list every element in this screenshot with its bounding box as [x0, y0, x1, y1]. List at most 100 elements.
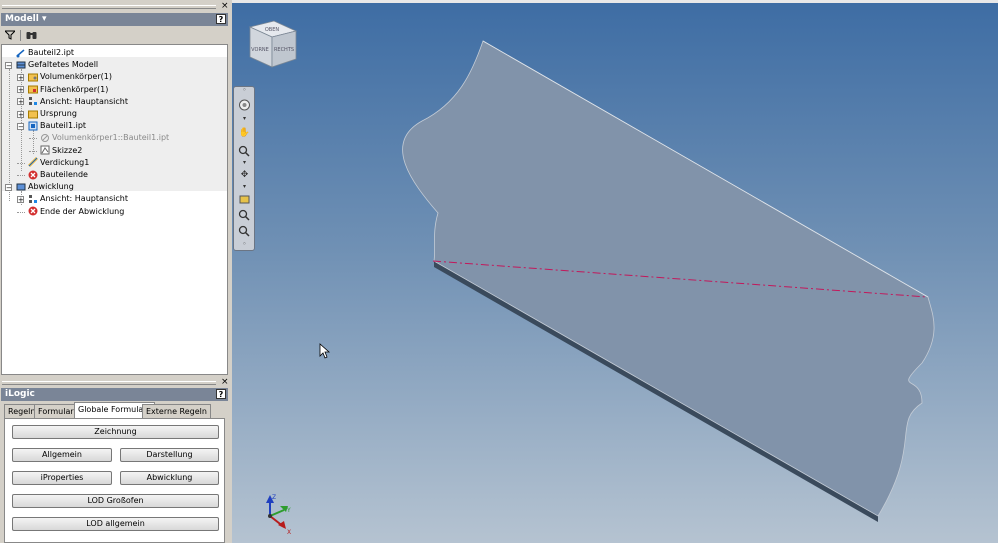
- svg-text:X: X: [287, 529, 291, 536]
- zoom-all-icon[interactable]: [238, 209, 251, 221]
- tree-item[interactable]: Abwicklung: [16, 181, 74, 193]
- tree-item-label: Volumenkörper1::Bauteil1.ipt: [52, 133, 170, 143]
- part-file-icon: [16, 48, 26, 58]
- tree-line: [17, 211, 25, 213]
- svg-text:Y: Y: [286, 507, 291, 514]
- tree-item[interactable]: Gefaltetes Modell: [16, 59, 98, 71]
- end-of-flat-icon: [28, 206, 38, 216]
- tree-item[interactable]: Bauteil1.ipt: [28, 120, 86, 132]
- ilogic-panel: Regeln Formulare Globale Formulare Exter…: [1, 402, 228, 543]
- tree-item-label: Bauteil1.ipt: [40, 121, 87, 131]
- collapse-icon[interactable]: −: [5, 183, 12, 191]
- filter-icon[interactable]: [5, 30, 15, 40]
- dropdown-arrow-icon[interactable]: ▾: [238, 113, 251, 125]
- tree-item-label: Verdickung1: [40, 157, 90, 167]
- tree-item-label: Volumenkörper(1): [40, 72, 112, 82]
- ilogic-panel-grip[interactable]: [2, 381, 216, 385]
- graphics-window[interactable]: OBEN VORNE RECHTS Z Y X: [232, 3, 998, 543]
- view-rep-icon: [28, 194, 38, 204]
- tree-item-label: Abwicklung: [28, 182, 74, 192]
- tree-item-label: Ansicht: Hauptansicht: [40, 194, 128, 204]
- tree-item[interactable]: Verdickung1: [27, 157, 90, 169]
- global-forms-panel: Zeichnung Allgemein Darstellung iPropert…: [4, 418, 225, 543]
- model-help-icon[interactable]: ?: [216, 14, 226, 24]
- tree-item[interactable]: Volumenkörper1::Bauteil1.ipt: [40, 132, 169, 144]
- tab-externe-regeln[interactable]: Externe Regeln: [142, 404, 211, 418]
- derived-part-icon: [28, 121, 38, 131]
- orbit-icon[interactable]: ✥: [238, 169, 251, 181]
- model-panel-header[interactable]: Modell ▾ ?: [1, 13, 228, 26]
- tree-item[interactable]: Volumenkörper(1): [28, 71, 112, 83]
- toolbar-divider: [20, 30, 21, 41]
- surface-bodies-folder-icon: [28, 84, 38, 94]
- view-face-icon[interactable]: [238, 193, 251, 205]
- expand-icon[interactable]: +: [17, 86, 24, 94]
- tree-line: [29, 138, 37, 140]
- tree-item[interactable]: Ursprung: [28, 108, 77, 120]
- browser-area: × Modell ▾ ? Bauteil2.ipt − Gefaltetes Mod…: [0, 0, 230, 543]
- abwicklung-button[interactable]: Abwicklung: [120, 471, 219, 485]
- tree-item[interactable]: Skizze2: [40, 145, 82, 157]
- tree-item[interactable]: Bauteil2.ipt: [16, 47, 74, 59]
- tree-item-label: Ende der Abwicklung: [40, 206, 125, 216]
- tree-item-label: Bauteil2.ipt: [28, 48, 75, 57]
- navigation-bar: ◦ ▾ ✋ ▾ ✥ ▾ ◦: [233, 86, 255, 251]
- expand-icon[interactable]: +: [17, 110, 24, 118]
- allgemein-button[interactable]: Allgemein: [12, 448, 112, 462]
- tree-item[interactable]: Ende der Abwicklung: [28, 206, 124, 218]
- navbar-customize-icon[interactable]: ◦: [238, 241, 251, 253]
- tree-line: [21, 69, 22, 171]
- steering-wheel-icon[interactable]: [238, 99, 251, 111]
- dropdown-arrow-icon[interactable]: ▾: [238, 181, 251, 193]
- model-canvas[interactable]: OBEN VORNE RECHTS Z Y X: [232, 3, 998, 543]
- model-panel-close-icon[interactable]: ×: [221, 2, 229, 11]
- viewcube-top-label: OBEN: [265, 27, 280, 33]
- tree-item[interactable]: Ansicht: Hauptansicht: [28, 96, 128, 108]
- darstellung-button[interactable]: Darstellung: [120, 448, 219, 462]
- expand-icon[interactable]: +: [17, 73, 24, 81]
- tree-item-label: Skizze2: [52, 145, 83, 155]
- flat-pattern-icon: [16, 182, 26, 192]
- viewcube-right-label: RECHTS: [274, 47, 294, 53]
- tree-line: [17, 175, 25, 176]
- expand-icon[interactable]: +: [17, 195, 24, 203]
- pan-hand-icon[interactable]: ✋: [238, 127, 251, 139]
- tree-item[interactable]: Flächenkörper(1): [28, 84, 108, 96]
- model-panel-title[interactable]: Modell ▾: [5, 14, 47, 24]
- tree-line: [17, 162, 25, 164]
- zoom-window-icon[interactable]: [238, 225, 251, 237]
- zoom-icon[interactable]: [238, 145, 251, 157]
- expand-icon[interactable]: +: [17, 98, 24, 106]
- ilogic-help-icon[interactable]: ?: [216, 389, 226, 399]
- thicken-icon: [27, 157, 39, 168]
- coordinate-triad: Z Y X: [266, 494, 291, 536]
- collapse-icon[interactable]: −: [5, 61, 12, 69]
- ilogic-panel-title: iLogic: [5, 389, 35, 399]
- tree-item-label: Bauteilende: [40, 170, 88, 179]
- viewcube[interactable]: OBEN VORNE RECHTS: [248, 20, 298, 68]
- tree-item-label: Ansicht: Hauptansicht: [40, 96, 128, 106]
- model-tree: Bauteil2.ipt − Gefaltetes Modell + Volumenkö…: [1, 44, 228, 375]
- ilogic-panel-close-icon[interactable]: ×: [221, 378, 229, 387]
- mouse-cursor-icon: [319, 343, 331, 359]
- collapse-icon[interactable]: −: [17, 122, 24, 130]
- model-panel-grip[interactable]: [2, 5, 216, 9]
- viewcube-front-label: VORNE: [251, 47, 269, 53]
- lod-allgemein-button[interactable]: LOD allgemein: [12, 517, 219, 531]
- lod-grossofen-button[interactable]: LOD Großofen: [12, 494, 219, 508]
- iproperties-button[interactable]: iProperties: [12, 471, 112, 485]
- ilogic-panel-header[interactable]: iLogic ?: [1, 388, 228, 401]
- tree-line: [29, 150, 37, 152]
- tree-item[interactable]: Bauteilende: [28, 169, 88, 181]
- find-binoculars-icon[interactable]: [26, 30, 37, 40]
- solid-bodies-folder-icon: [28, 72, 38, 82]
- view-rep-icon: [28, 96, 38, 106]
- dropdown-arrow-icon[interactable]: ▾: [238, 157, 251, 169]
- zeichnung-button[interactable]: Zeichnung: [12, 425, 219, 439]
- tree-item-label: Ursprung: [40, 109, 77, 118]
- navbar-close-icon[interactable]: ◦: [238, 87, 251, 99]
- svg-text:Z: Z: [272, 494, 276, 501]
- sketch-icon: [40, 145, 50, 155]
- tree-item[interactable]: Ansicht: Hauptansicht: [28, 193, 128, 205]
- end-of-part-icon: [28, 170, 38, 180]
